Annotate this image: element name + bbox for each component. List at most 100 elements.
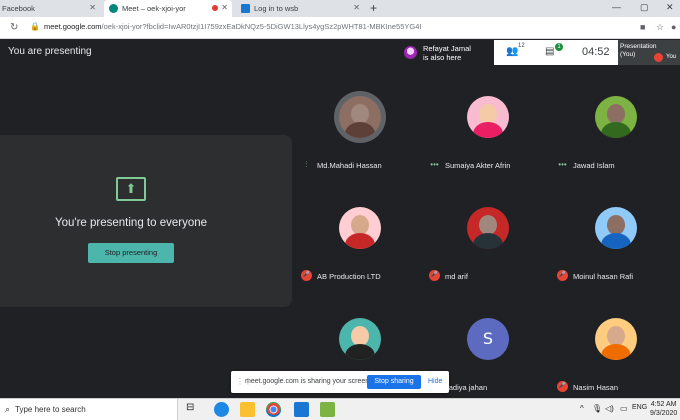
search-icon: ⌕ xyxy=(5,404,11,414)
chrome-icon[interactable] xyxy=(266,402,281,417)
also-here-suffix: is also here xyxy=(423,52,462,62)
notepad-plus-icon[interactable] xyxy=(320,402,335,417)
self-tile-line2: (You) xyxy=(620,51,636,58)
tab-meet[interactable]: Meet – oek-xjoi-yor ✕ xyxy=(104,0,232,17)
tab-label: Meet – oek-xjoi-yor xyxy=(122,4,186,13)
participants-grid: ⫶ Md.Mahadi Hassan ••• Sumaiya Akter Afr… xyxy=(295,66,680,398)
url-host: meet.google.com xyxy=(44,22,102,31)
chevron-up-icon[interactable]: ^ xyxy=(580,404,584,413)
browser-tab-strip: Facebook ✕ Meet – oek-xjoi-yor ✕ Log in … xyxy=(0,0,680,17)
participant-tile[interactable]: 🎤 Moinul hasan Rafi xyxy=(551,177,679,287)
screen-share-banner: ⋮⋮ meet.google.com is sharing your scree… xyxy=(231,371,449,393)
new-tab-button[interactable]: + xyxy=(370,1,377,15)
avatar xyxy=(595,96,637,138)
meet-favicon-icon xyxy=(109,4,118,13)
language-indicator[interactable]: ENG xyxy=(632,404,647,411)
meeting-clock: 04:52 xyxy=(582,46,610,58)
participant-tile[interactable]: ••• Jawad Islam xyxy=(551,66,679,176)
people-count: 12 xyxy=(518,43,525,49)
meet-top-bar: Refayat Jamal is also here 👥 12 ▤ 1 04:5… xyxy=(398,40,680,65)
self-tile-you: You xyxy=(666,54,677,60)
avatar xyxy=(404,46,417,59)
minimize-icon[interactable]: — xyxy=(612,2,621,12)
also-here-name: Refayat Jamal xyxy=(423,43,471,53)
more-dots-icon: ••• xyxy=(558,160,567,169)
presenting-label: You are presenting xyxy=(8,46,92,57)
avatar xyxy=(595,318,637,360)
stop-presenting-button[interactable]: Stop presenting xyxy=(88,243,174,263)
mic-off-icon: 🎤 xyxy=(301,270,312,281)
chat-badge: 1 xyxy=(555,43,563,51)
taskbar-search[interactable]: ⌕ Type here to search xyxy=(0,399,178,420)
mic-off-icon: 🎤 xyxy=(557,381,568,392)
close-window-icon[interactable]: ✕ xyxy=(666,2,674,13)
reload-icon[interactable]: ↻ xyxy=(10,22,18,33)
camera-icon[interactable]: ■ xyxy=(640,22,645,32)
presenting-message: You're presenting to everyone xyxy=(54,217,207,229)
edge-icon[interactable] xyxy=(214,402,229,417)
microphone-icon[interactable]: 🎙 xyxy=(592,404,602,413)
participant-name: sadiya jahan xyxy=(445,383,488,392)
avatar xyxy=(339,207,381,249)
participant-tile[interactable]: 🎤 Nasim Hasan xyxy=(551,288,679,398)
avatar xyxy=(595,207,637,249)
file-explorer-icon[interactable] xyxy=(240,402,255,417)
people-icon[interactable]: 👥 xyxy=(506,46,518,57)
participant-tile[interactable]: ••• Sumaiya Akter Afrin xyxy=(423,66,551,176)
participant-tile[interactable]: 🎤 AB Production LTD xyxy=(295,177,423,287)
mic-off-icon: 🎤 xyxy=(557,270,568,281)
time-text: 4:52 AM xyxy=(650,401,677,408)
tab-facebook[interactable]: Facebook ✕ xyxy=(0,0,100,17)
maximize-icon[interactable]: ▢ xyxy=(640,2,649,13)
self-tile-line1: Presentation xyxy=(620,43,657,50)
lock-icon[interactable]: 🔒 xyxy=(30,22,40,31)
participant-name: md arif xyxy=(445,272,468,281)
self-presentation-tile[interactable]: Presentation (You) You xyxy=(618,40,680,65)
url-path: /oek-xjoi-yor?fbclid=IwAR0tzjI1I759zxEaD… xyxy=(101,22,422,31)
avatar xyxy=(467,96,509,138)
participant-tile[interactable]: ⫶ Md.Mahadi Hassan xyxy=(295,66,423,176)
avatar xyxy=(339,318,381,360)
battery-icon[interactable]: ▭ xyxy=(620,404,628,413)
participant-name: Moinul hasan Rafi xyxy=(573,272,634,281)
avatar xyxy=(339,96,381,138)
recording-indicator-icon xyxy=(212,5,218,11)
hide-button[interactable]: Hide xyxy=(428,378,442,385)
clock[interactable]: 4:52 AM 9/3/2020 xyxy=(650,400,677,418)
present-screen-icon: ⬆ xyxy=(116,177,146,201)
tab-login-wsb[interactable]: Log in to wsb ✕ xyxy=(236,0,364,17)
mic-off-icon: 🎤 xyxy=(429,270,440,281)
avatar: S xyxy=(467,318,509,360)
more-dots-icon: ••• xyxy=(430,160,439,169)
volume-icon[interactable]: ◁) xyxy=(605,404,614,413)
stop-sharing-button[interactable]: Stop sharing xyxy=(367,375,421,389)
participant-name: AB Production LTD xyxy=(317,272,381,281)
address-bar: ↻ 🔒 meet.google.com/oek-xjoi-yor?fbclid=… xyxy=(0,17,680,39)
participant-name: Jawad Islam xyxy=(573,161,615,170)
participant-tile[interactable]: 🎤 md arif xyxy=(423,177,551,287)
chat-icon[interactable]: ▤ xyxy=(545,46,554,57)
speaking-icon: ⫶ xyxy=(305,160,308,169)
windows-taskbar: ⌕ Type here to search ⊟ ^ 🎙 ◁) ▭ ENG 4:5… xyxy=(0,398,680,420)
share-message: meet.google.com is sharing your screen. xyxy=(245,378,372,385)
url-field[interactable]: meet.google.com/oek-xjoi-yor?fbclid=IwAR… xyxy=(44,22,421,31)
also-here-notice: Refayat Jamal is also here xyxy=(398,40,494,65)
task-view-icon[interactable]: ⊟ xyxy=(186,402,201,417)
date-text: 9/3/2020 xyxy=(650,410,678,417)
close-icon[interactable]: ✕ xyxy=(221,3,228,12)
participant-name: Nasim Hasan xyxy=(573,383,619,392)
vscode-icon[interactable] xyxy=(294,402,309,417)
presenting-panel: ⬆ You're presenting to everyone Stop pre… xyxy=(0,135,292,307)
participant-name: Md.Mahadi Hassan xyxy=(317,161,382,170)
star-icon[interactable]: ☆ xyxy=(656,22,664,33)
search-placeholder: Type here to search xyxy=(15,405,86,414)
profile-icon[interactable]: ● xyxy=(671,22,676,32)
participant-name: Sumaiya Akter Afrin xyxy=(445,161,511,170)
close-icon[interactable]: ✕ xyxy=(353,3,360,12)
mic-off-icon xyxy=(654,53,663,62)
wsb-favicon-icon xyxy=(241,4,250,13)
avatar xyxy=(467,207,509,249)
tab-label: Log in to wsb xyxy=(254,4,299,13)
close-icon[interactable]: ✕ xyxy=(89,3,96,12)
tab-label: Facebook xyxy=(2,4,35,13)
